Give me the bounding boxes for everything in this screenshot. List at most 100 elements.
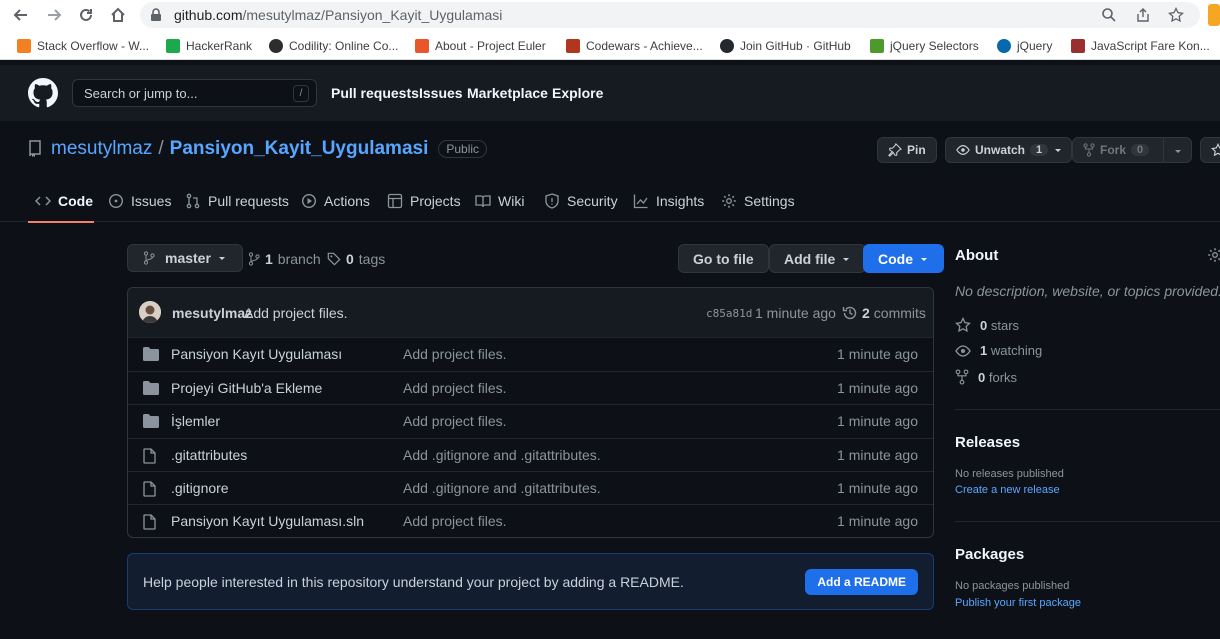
folder-icon bbox=[143, 381, 159, 395]
branch-word: branch bbox=[277, 251, 321, 267]
file-name-link[interactable]: Pansiyon Kayıt Uygulaması.sln bbox=[171, 513, 364, 529]
file-commit-message[interactable]: Add project files. bbox=[403, 413, 507, 429]
address-bar[interactable]: github.com/mesutylmaz/Pansiyon_Kayit_Uyg… bbox=[140, 2, 1200, 28]
file-icon bbox=[143, 514, 156, 530]
bookmark-favicon-icon bbox=[566, 39, 580, 53]
releases-heading[interactable]: Releases bbox=[955, 434, 1020, 451]
table-row[interactable]: .gitattributes Add .gitignore and .gitat… bbox=[128, 438, 933, 471]
forward-button[interactable] bbox=[43, 4, 65, 26]
chevron-down-icon bbox=[921, 257, 927, 261]
play-icon bbox=[301, 193, 317, 209]
tags-link[interactable]: 0 tags bbox=[327, 251, 385, 267]
star-bookmark-icon[interactable] bbox=[1168, 7, 1184, 23]
reload-button[interactable] bbox=[75, 4, 97, 26]
file-commit-message[interactable]: Add project files. bbox=[403, 513, 507, 529]
lock-icon bbox=[151, 8, 161, 21]
commit-message-link[interactable]: Add project files. bbox=[244, 305, 348, 321]
tab-issues[interactable]: Issues bbox=[108, 185, 171, 222]
latest-commit-row: mesutylmaz Add project files. c85a81d 1 … bbox=[128, 288, 933, 338]
file-commit-message[interactable]: Add project files. bbox=[403, 346, 507, 362]
create-release-link[interactable]: Create a new release bbox=[955, 484, 1060, 496]
tab-label: Insights bbox=[656, 193, 705, 209]
file-name-link[interactable]: İşlemler bbox=[171, 413, 220, 429]
commit-sha-link[interactable]: c85a81d bbox=[706, 307, 752, 320]
watching-link[interactable]: 1 watching bbox=[955, 343, 1042, 358]
tag-icon bbox=[327, 252, 341, 266]
header-nav-pull-requests[interactable]: Pull requests bbox=[331, 85, 419, 101]
tab-projects[interactable]: Projects bbox=[387, 185, 461, 222]
table-row[interactable]: Projeyi GitHub'a Ekleme Add project file… bbox=[128, 371, 933, 404]
unwatch-button[interactable]: Unwatch 1 bbox=[945, 137, 1073, 163]
bookmark-item[interactable]: JavaScript Fare Kon... bbox=[1071, 37, 1210, 55]
tag-word: tags bbox=[358, 251, 386, 267]
github-logo-icon[interactable] bbox=[28, 78, 58, 108]
readme-prompt: Help people interested in this repositor… bbox=[127, 553, 934, 610]
bookmark-item[interactable]: jQuery bbox=[997, 37, 1052, 55]
commit-author-link[interactable]: mesutylmaz bbox=[172, 305, 252, 321]
extension-icon[interactable] bbox=[1208, 4, 1220, 26]
tab-security[interactable]: Security bbox=[544, 185, 618, 222]
commit-time: 1 minute ago bbox=[755, 305, 836, 321]
share-icon[interactable] bbox=[1135, 7, 1151, 23]
home-button[interactable] bbox=[107, 4, 129, 26]
tab-insights[interactable]: Insights bbox=[633, 185, 704, 222]
commits-link[interactable]: 2 commits bbox=[842, 305, 926, 321]
pin-button[interactable]: Pin bbox=[877, 137, 937, 163]
table-row[interactable]: Pansiyon Kayıt Uygulaması.sln Add projec… bbox=[128, 504, 933, 537]
tab-actions[interactable]: Actions bbox=[301, 185, 370, 222]
file-commit-message[interactable]: Add .gitignore and .gitattributes. bbox=[403, 480, 601, 496]
table-row[interactable]: İşlemler Add project files. 1 minute ago bbox=[128, 404, 933, 437]
add-file-button[interactable]: Add file bbox=[769, 244, 867, 273]
repo-name-link[interactable]: Pansiyon_Kayit_Uygulamasi bbox=[170, 138, 429, 160]
gear-icon[interactable] bbox=[1207, 247, 1220, 263]
bookmark-item[interactable]: Stack Overflow - W... bbox=[17, 37, 149, 55]
bookmark-item[interactable]: Codility: Online Co... bbox=[269, 37, 398, 55]
repo-icon bbox=[29, 140, 41, 157]
bookmark-item[interactable]: About - Project Euler bbox=[415, 37, 546, 55]
table-row[interactable]: .gitignore Add .gitignore and .gitattrib… bbox=[128, 471, 933, 504]
pin-label: Pin bbox=[907, 143, 926, 157]
file-name-link[interactable]: .gitattributes bbox=[171, 447, 247, 463]
arrow-right-icon bbox=[48, 9, 62, 21]
avatar[interactable] bbox=[139, 301, 161, 323]
publish-package-link[interactable]: Publish your first package bbox=[955, 597, 1081, 609]
tab-pull-requests[interactable]: Pull requests bbox=[185, 185, 289, 222]
search-input[interactable]: Search or jump to... / bbox=[72, 79, 317, 107]
bookmarks-bar: Stack Overflow - W... HackerRank Codilit… bbox=[0, 31, 1220, 60]
file-name-link[interactable]: Pansiyon Kayıt Uygulaması bbox=[171, 346, 342, 362]
tab-wiki[interactable]: Wiki bbox=[475, 185, 524, 222]
packages-empty-text: No packages published bbox=[955, 580, 1070, 592]
branches-link[interactable]: 1 branch bbox=[248, 251, 321, 267]
bookmark-favicon-icon bbox=[166, 39, 180, 53]
code-button[interactable]: Code bbox=[863, 244, 944, 273]
packages-heading[interactable]: Packages bbox=[955, 546, 1024, 563]
zoom-icon[interactable] bbox=[1101, 7, 1117, 23]
file-name-link[interactable]: .gitignore bbox=[171, 480, 229, 496]
star-button[interactable] bbox=[1200, 137, 1220, 163]
file-commit-message[interactable]: Add .gitignore and .gitattributes. bbox=[403, 447, 601, 463]
go-to-file-button[interactable]: Go to file bbox=[678, 244, 769, 273]
bookmark-item[interactable]: jQuery Selectors bbox=[870, 37, 979, 55]
stars-link[interactable]: 0 stars bbox=[955, 317, 1019, 333]
tab-code[interactable]: Code bbox=[28, 185, 94, 223]
repo-owner-link[interactable]: mesutylmaz bbox=[51, 138, 152, 160]
add-readme-button[interactable]: Add a README bbox=[805, 569, 918, 595]
bookmark-item[interactable]: Codewars - Achieve... bbox=[566, 37, 703, 55]
header-nav-issues[interactable]: Issues bbox=[419, 85, 463, 101]
releases-empty-text: No releases published bbox=[955, 468, 1064, 480]
unwatch-count: 1 bbox=[1030, 144, 1049, 156]
branch-count: 1 bbox=[265, 251, 273, 267]
forks-link[interactable]: 0 forks bbox=[955, 369, 1017, 385]
tab-settings[interactable]: Settings bbox=[721, 185, 795, 222]
header-nav-marketplace[interactable]: Marketplace bbox=[467, 85, 548, 101]
back-button[interactable] bbox=[10, 4, 32, 26]
header-nav-explore[interactable]: Explore bbox=[552, 85, 603, 101]
bookmark-item[interactable]: HackerRank bbox=[166, 37, 252, 55]
bookmark-item[interactable]: Join GitHub · GitHub bbox=[720, 37, 851, 55]
stars-count: 0 bbox=[980, 317, 988, 333]
file-commit-message[interactable]: Add project files. bbox=[403, 380, 507, 396]
table-row[interactable]: Pansiyon Kayıt Uygulaması Add project fi… bbox=[128, 337, 933, 370]
fork-button[interactable]: Fork 0 bbox=[1072, 137, 1192, 163]
file-name-link[interactable]: Projeyi GitHub'a Ekleme bbox=[171, 380, 322, 396]
branch-select-button[interactable]: master bbox=[127, 244, 243, 272]
